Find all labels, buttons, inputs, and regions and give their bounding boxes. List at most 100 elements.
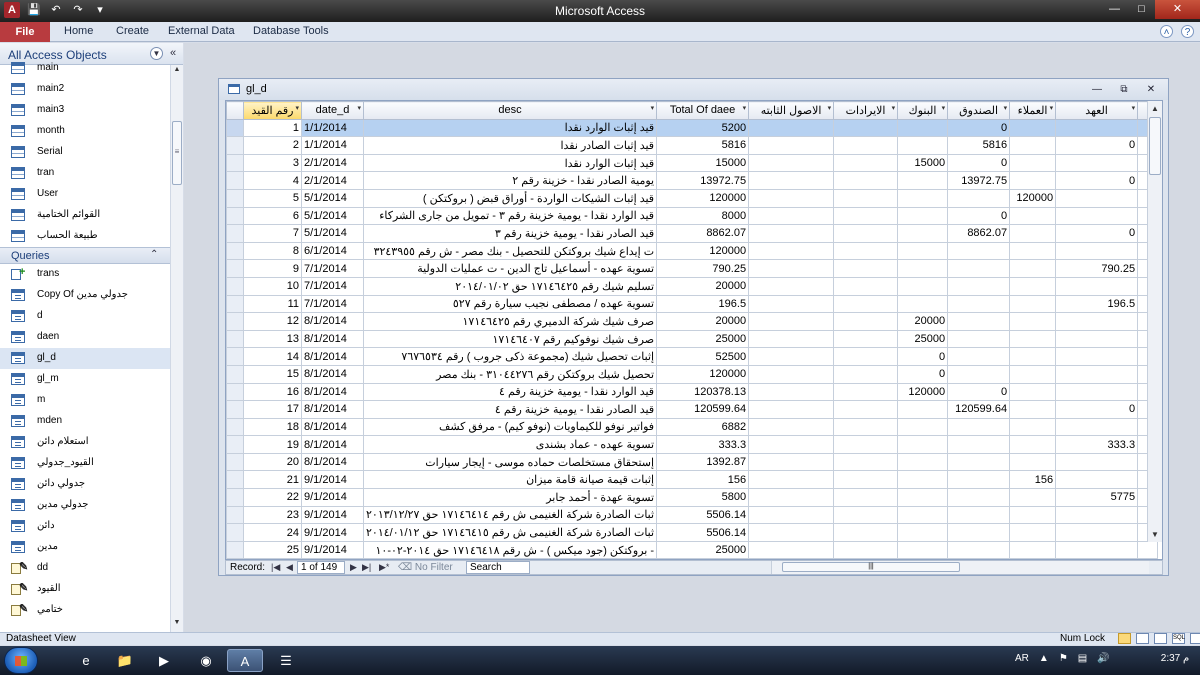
tab-external-data[interactable]: External Data [168,25,235,37]
network-icon[interactable]: ▤ [1078,653,1087,664]
table-cell[interactable]: قيد إثبات الشيكات الواردة - أوراق قبض ( … [362,188,658,208]
table-cell[interactable] [748,540,835,559]
scroll-up-icon[interactable]: ▲ [172,66,182,78]
table-cell[interactable]: 7/1/2014 [301,259,364,278]
table-cell[interactable]: 1/1/2014 [301,118,364,138]
table-cell[interactable] [833,241,899,261]
column-dropdown-icon[interactable]: ▾ [1004,104,1008,112]
table-cell[interactable]: 9/1/2014 [301,523,364,542]
table-cell[interactable]: 25 [243,540,302,559]
table-cell[interactable] [1009,241,1057,261]
table-cell[interactable] [1009,276,1057,296]
table-cell[interactable] [897,276,949,296]
column-dropdown-icon[interactable]: ▾ [942,104,946,112]
last-record-icon[interactable]: ▶| [362,562,371,573]
column-header[interactable]: date_d ▾ [301,101,364,120]
table-cell[interactable] [1009,523,1057,542]
nav-scrollbar[interactable]: ▲ ≡ ▼ [170,65,183,632]
table-cell[interactable] [947,188,1011,208]
table-cell[interactable]: 9/1/2014 [301,470,364,490]
table-cell[interactable]: إثبات تحصيل شيك (مجموعة ذكى جروب ) رقم ٧… [362,347,658,366]
table-row[interactable]: 3 2/1/2014 قيد إثبات الوارد نقدا 15000 15000… [226,153,1159,173]
table-cell[interactable]: تحصيل شيك بروكتكن رقم ٣١٠٤٤٢٧٦ - بنك مصر [362,364,658,384]
table-cell[interactable] [833,153,899,173]
table-cell[interactable] [748,171,835,190]
table-cell[interactable] [833,329,899,349]
table-cell[interactable]: 0 [947,153,1011,173]
table-cell[interactable] [833,136,899,155]
table-cell[interactable]: قيد الوارد نقدا - يومية خزينة رقم ٤ [362,382,658,402]
table-cell[interactable] [833,400,899,419]
table-cell[interactable] [748,136,835,155]
table-cell[interactable]: 120000 [656,241,750,261]
filter-toggle[interactable]: ⌫ No Filter [398,562,453,573]
table-cell[interactable] [897,488,949,507]
table-cell[interactable]: 11 [243,294,302,314]
tab-home[interactable]: Home [64,25,93,37]
table-cell[interactable]: 333.3 [656,435,750,454]
column-dropdown-icon[interactable]: ▾ [651,104,655,112]
table-row[interactable]: 6 5/1/2014 قيد الوارد نقدا - يومية خزينة ر… [226,206,1159,226]
table-cell[interactable]: صرف شيك نوفوكيم رقم ١٧١٤٦٤٠٧ [362,329,658,349]
media-player-icon[interactable]: ▶ [146,649,182,672]
table-cell[interactable] [1009,118,1057,138]
table-cell[interactable]: 5800 [656,488,750,507]
column-dropdown-icon[interactable]: ▾ [1132,104,1136,112]
table-cell[interactable] [897,259,949,278]
table-cell[interactable]: 2/1/2014 [301,171,364,190]
nav-item[interactable]: دائن [0,516,170,537]
table-row[interactable]: 16 8/1/2014 قيد الوارد نقدا - يومية خزينة … [226,382,1159,402]
table-cell[interactable]: 17 [243,400,302,419]
table-cell[interactable]: 5506.14 [656,523,750,542]
table-cell[interactable]: 120000 [656,188,750,208]
table-cell[interactable]: ثبات الصادرة شركة الغنيمى ش رقم ١٧١٤٦٤١٤… [362,505,658,525]
table-cell[interactable]: 2/1/2014 [301,153,364,173]
table-cell[interactable] [947,259,1011,278]
close-window-button[interactable]: ✕ [1142,82,1160,97]
nav-item[interactable]: gl_m [0,369,170,390]
table-cell[interactable]: 333.3 [1055,435,1139,454]
table-cell[interactable] [748,470,835,490]
table-row[interactable]: 4 2/1/2014 يومية الصادر نقدا - خزينة رقم ٢… [226,171,1159,190]
table-cell[interactable]: 16 [243,382,302,402]
table-cell[interactable]: 10 [243,276,302,296]
table-cell[interactable] [1009,312,1057,331]
nav-item[interactable]: استعلام دائن [0,432,170,453]
tab-database-tools[interactable]: Database Tools [253,25,329,37]
table-cell[interactable] [897,400,949,419]
datasheet-view-icon[interactable] [1118,633,1131,644]
table-cell[interactable]: قيد الوارد نقدا - يومية خزينة رقم ٣ - تم… [362,206,658,226]
scroll-thumb[interactable] [1149,117,1161,175]
table-cell[interactable]: قيد إثبات الوارد نقدا [362,118,658,138]
nav-item[interactable]: جدولي مدين [0,495,170,516]
clock[interactable]: 2:37 م [1155,653,1195,664]
scroll-down-icon[interactable]: ▼ [1148,527,1162,542]
table-cell[interactable] [748,188,835,208]
table-cell[interactable] [947,364,1011,384]
table-row[interactable]: 15 8/1/2014 تحصيل شيك بروكتكن رقم ٣١٠٤٤٢٧٦… [226,364,1159,384]
table-cell[interactable]: 7 [243,224,302,243]
table-cell[interactable] [748,382,835,402]
table-cell[interactable] [1009,171,1057,190]
table-cell[interactable] [947,417,1011,437]
table-cell[interactable]: 0 [1055,171,1139,190]
table-row[interactable]: 17 8/1/2014 قيد الصادر نقدا - يومية خزينة … [226,400,1159,419]
table-row[interactable]: 19 8/1/2014 تسوية عهده - عماد بشندى 333.3 33… [226,435,1159,454]
minimize-window-button[interactable]: — [1088,82,1106,97]
table-cell[interactable]: قيد إثبات الصادر نقدا [362,136,658,155]
minimize-button[interactable]: — [1101,0,1128,19]
table-cell[interactable] [947,488,1011,507]
queries-group-header[interactable]: Queries ⌃ [0,247,170,264]
table-cell[interactable] [897,470,949,490]
table-cell[interactable] [897,294,949,314]
table-cell[interactable]: 120599.64 [656,400,750,419]
table-cell[interactable]: قيد الصادر نقدا - يومية خزينة رقم ٣ [362,224,658,243]
table-cell[interactable] [833,470,899,490]
table-cell[interactable]: 5816 [947,136,1011,155]
record-selector[interactable] [226,153,244,173]
access-taskbar-icon[interactable]: A [227,649,263,672]
new-record-icon[interactable]: ▶* [379,562,389,573]
table-cell[interactable] [833,118,899,138]
column-header[interactable]: العهد ▾ [1055,101,1139,120]
table-cell[interactable]: - بروكتكن (جود ميكس ) - ش رقم ١٧١٤٦٤١٨ ح… [362,540,658,559]
